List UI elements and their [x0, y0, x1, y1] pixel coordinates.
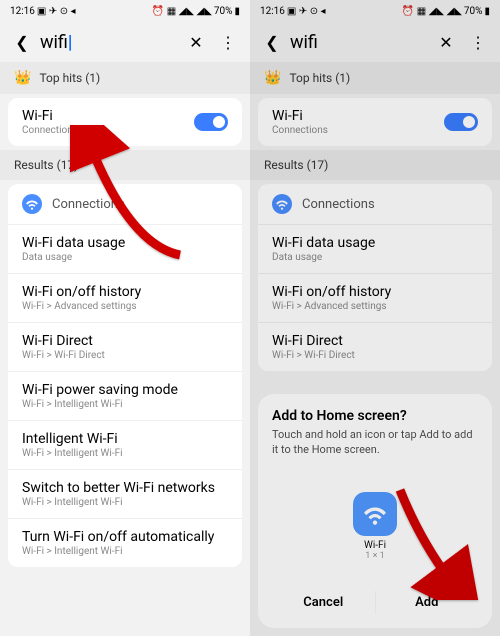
- results-label: Results (17): [0, 150, 250, 180]
- wifi-card[interactable]: Wi-Fi Connections: [8, 98, 242, 146]
- search-input[interactable]: wifi|: [40, 32, 178, 53]
- top-hits-label: 👑 Top hits (1): [250, 62, 500, 94]
- wifi-icon: [272, 194, 292, 214]
- connections-card: Connections Wi-Fi data usageData usage W…: [258, 184, 492, 371]
- list-item[interactable]: Wi-Fi data usageData usage: [8, 225, 242, 274]
- back-icon[interactable]: ❮: [258, 28, 286, 56]
- add-home-dialog: Add to Home screen? Touch and hold an ic…: [258, 394, 492, 628]
- status-time: 12:16: [10, 6, 35, 17]
- list-item[interactable]: Wi-Fi on/off historyWi-Fi > Advanced set…: [258, 274, 492, 323]
- list-item[interactable]: Wi-Fi DirectWi-Fi > Wi-Fi Direct: [8, 323, 242, 372]
- back-icon[interactable]: ❮: [8, 28, 36, 56]
- clear-icon[interactable]: ✕: [432, 28, 460, 56]
- wifi-shortcut-icon: [353, 492, 397, 536]
- phone-right: 12:16 ▣ ✈ ⊙ ◂ ⏰ ▦ ◢◣ ◢◣ 70% ▮ ❮ wifi ✕ ⋮…: [250, 0, 500, 636]
- crown-icon: 👑: [264, 70, 281, 86]
- results-label: Results (17): [250, 150, 500, 180]
- list-item[interactable]: Wi-Fi power saving modeWi-Fi > Intellige…: [8, 372, 242, 421]
- status-icons-left: ▣ ✈ ⊙ ◂: [37, 6, 76, 17]
- connections-header[interactable]: Connections: [8, 184, 242, 225]
- wifi-icon: [22, 194, 42, 214]
- list-item[interactable]: Switch to better Wi-Fi networksWi-Fi > I…: [8, 470, 242, 519]
- phone-left: 12:16 ▣ ✈ ⊙ ◂ ⏰ ▦ ◢◣ ◢◣ 70% ▮ ❮ wifi| ✕ …: [0, 0, 250, 636]
- add-button[interactable]: Add: [376, 591, 479, 614]
- crown-icon: 👑: [14, 70, 31, 86]
- status-bar: 12:16 ▣ ✈ ⊙ ◂ ⏰ ▦ ◢◣ ◢◣ 70% ▮: [0, 0, 250, 22]
- top-hits-label: 👑 Top hits (1): [0, 62, 250, 94]
- list-item[interactable]: Wi-Fi on/off historyWi-Fi > Advanced set…: [8, 274, 242, 323]
- search-bar: ❮ wifi| ✕ ⋮: [0, 22, 250, 62]
- wifi-toggle[interactable]: [194, 113, 228, 131]
- clear-icon[interactable]: ✕: [182, 28, 210, 56]
- more-icon[interactable]: ⋮: [464, 28, 492, 56]
- dialog-title: Add to Home screen?: [272, 408, 478, 424]
- list-item[interactable]: Intelligent Wi-FiWi-Fi > Intelligent Wi-…: [8, 421, 242, 470]
- connections-header[interactable]: Connections: [258, 184, 492, 225]
- wifi-row-sub: Connections: [22, 125, 78, 136]
- list-item[interactable]: Turn Wi-Fi on/off automaticallyWi-Fi > I…: [8, 519, 242, 567]
- list-item[interactable]: Wi-Fi data usageData usage: [258, 225, 492, 274]
- dialog-text: Touch and hold an icon or tap Add to add…: [272, 428, 478, 457]
- wifi-card[interactable]: Wi-Fi Connections: [258, 98, 492, 146]
- wifi-toggle[interactable]: [444, 113, 478, 131]
- wifi-row-title: Wi-Fi: [22, 108, 78, 124]
- dialog-icon-preview[interactable]: Wi-Fi 1 × 1: [272, 467, 478, 576]
- battery-icon: ▮: [234, 6, 240, 17]
- status-bar: 12:16 ▣ ✈ ⊙ ◂ ⏰ ▦ ◢◣ ◢◣ 70% ▮: [250, 0, 500, 22]
- connections-card: Connections Wi-Fi data usageData usage W…: [8, 184, 242, 567]
- more-icon[interactable]: ⋮: [214, 28, 242, 56]
- list-item[interactable]: Wi-Fi DirectWi-Fi > Wi-Fi Direct: [258, 323, 492, 371]
- search-input[interactable]: wifi: [290, 32, 428, 53]
- cancel-button[interactable]: Cancel: [272, 591, 376, 614]
- search-bar: ❮ wifi ✕ ⋮: [250, 22, 500, 62]
- status-icons-right: ⏰ ▦ ◢◣ ◢◣: [152, 6, 212, 17]
- status-battery: 70%: [214, 6, 233, 17]
